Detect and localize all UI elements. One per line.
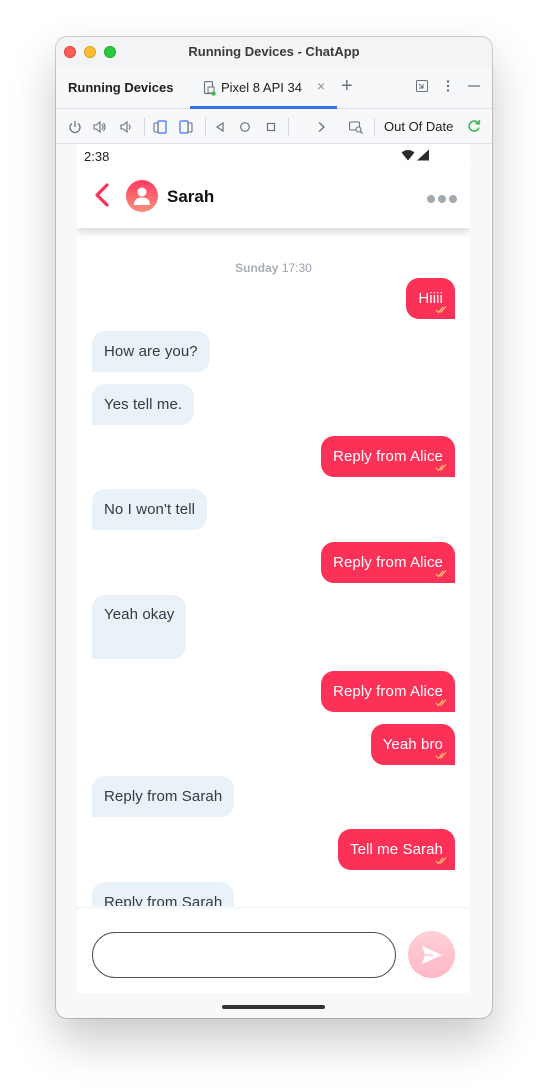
more-icon[interactable] (427, 195, 457, 203)
read-receipt-icon (435, 699, 447, 707)
message-bubble[interactable]: No I won't tell (92, 489, 208, 530)
tab-bar: Running Devices Pixel 8 API 34 × + (56, 67, 492, 109)
person-icon (134, 187, 150, 205)
toolbar-divider (374, 118, 375, 136)
date-divider: Sunday 17:30 (77, 261, 470, 275)
message-list[interactable]: Sunday 17:30 Hiiii How are you? Yes tell… (77, 228, 470, 906)
device-tab-label: Pixel 8 API 34 (221, 80, 302, 95)
close-tab-icon[interactable]: × (317, 78, 325, 94)
read-receipt-icon (435, 570, 447, 578)
read-receipt-icon (435, 857, 447, 865)
message-text: Reply from Alice (333, 682, 443, 700)
ide-window: Running Devices - ChatApp Running Device… (56, 37, 492, 1018)
panel-title: Running Devices (68, 80, 174, 95)
message-text: Yeah okay (104, 606, 175, 623)
minimize-panel-icon[interactable] (416, 80, 428, 92)
status-bar: 2:38 (77, 144, 470, 166)
home-icon[interactable] (238, 120, 252, 134)
refresh-icon[interactable] (467, 119, 481, 133)
device-screen[interactable]: 2:38 Sarah Sunday 17:30 Hiiii How are yo… (77, 144, 470, 1018)
tab-tools (416, 80, 480, 92)
read-receipt-icon (435, 752, 447, 760)
toolbar-divider (288, 118, 289, 136)
rotate-right-icon[interactable] (179, 120, 193, 134)
chat-header: Sarah (77, 166, 470, 228)
chevron-left-icon[interactable] (93, 182, 111, 208)
message-text: Yes tell me. (104, 395, 183, 413)
volume-up-icon[interactable] (93, 120, 107, 134)
avatar[interactable] (126, 180, 158, 212)
power-icon[interactable] (68, 120, 82, 134)
volume-down-icon[interactable] (119, 120, 133, 134)
read-receipt-icon (435, 464, 447, 472)
message-text: Tell me Sarah (349, 840, 443, 858)
wifi-icon (401, 149, 429, 161)
message-bubble[interactable]: Reply from Alice (321, 436, 455, 477)
toolbar-divider (205, 118, 206, 136)
message-bubble[interactable]: Reply from Alice (321, 671, 455, 712)
message-text: Reply from Alice (333, 553, 443, 571)
gesture-bar[interactable] (222, 1005, 325, 1009)
out-of-date-status: Out Of Date (384, 119, 454, 134)
date-time: 17:30 (281, 261, 312, 275)
device-icon (203, 81, 216, 96)
back-icon[interactable] (213, 120, 227, 134)
message-input[interactable] (92, 932, 396, 978)
overview-icon[interactable] (264, 120, 278, 134)
message-bubble[interactable]: Hiiii (406, 278, 455, 319)
message-text: No I won't tell (104, 500, 196, 518)
message-text: Reply from Sarah (104, 787, 223, 805)
window-title: Running Devices - ChatApp (188, 44, 360, 59)
options-icon[interactable] (442, 80, 454, 92)
hide-panel-icon[interactable] (468, 80, 480, 92)
screen-record-icon[interactable] (349, 120, 363, 134)
message-bubble[interactable]: Yes tell me. (92, 384, 195, 425)
read-receipt-icon (435, 306, 447, 314)
message-text: Yeah bro (382, 735, 443, 753)
contact-name: Sarah (167, 187, 215, 206)
message-bubble[interactable]: Yeah okay (92, 595, 187, 659)
message-composer (77, 909, 470, 993)
message-bubble[interactable]: Reply from Sarah (92, 776, 235, 817)
message-bubble[interactable]: Reply from Alice (321, 542, 455, 583)
send-button[interactable] (408, 931, 455, 978)
message-bubble[interactable]: Reply from Sarah (92, 882, 235, 907)
device-toolbar: Out Of Date (56, 109, 492, 144)
title-bar: Running Devices - ChatApp (56, 37, 492, 67)
forward-icon[interactable] (314, 120, 328, 134)
message-bubble[interactable]: Tell me Sarah (337, 829, 455, 870)
send-icon (422, 946, 442, 964)
message-text: How are you? (104, 342, 198, 360)
tab-device[interactable]: Pixel 8 API 34 × (190, 67, 337, 109)
add-tab-icon[interactable]: + (341, 75, 353, 98)
message-text: Reply from Sarah (104, 893, 223, 907)
message-bubble[interactable]: How are you? (92, 331, 210, 372)
message-bubble[interactable]: Yeah bro (370, 724, 455, 765)
rotate-left-icon[interactable] (153, 120, 167, 134)
signal-icon (417, 149, 429, 161)
message-text: Reply from Alice (333, 447, 443, 465)
date-day: Sunday (235, 261, 279, 275)
toolbar-divider (144, 118, 145, 136)
status-time: 2:38 (84, 149, 110, 164)
